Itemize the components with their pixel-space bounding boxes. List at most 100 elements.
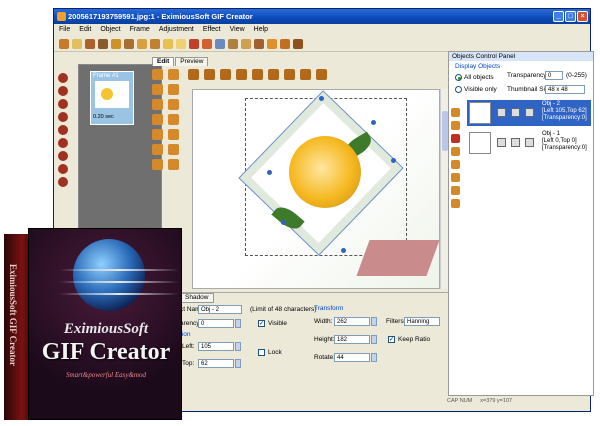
all-objects-radio[interactable] bbox=[455, 74, 462, 81]
export-icon[interactable] bbox=[451, 199, 460, 208]
menu-object[interactable]: Object bbox=[100, 24, 120, 35]
tool-icon[interactable] bbox=[58, 138, 68, 148]
pen-icon[interactable] bbox=[152, 144, 163, 155]
properties-icon[interactable] bbox=[451, 173, 460, 182]
tool-icon[interactable] bbox=[58, 99, 68, 109]
optimize-icon[interactable] bbox=[267, 38, 277, 49]
rotate-icon[interactable] bbox=[152, 84, 163, 95]
top-spinner[interactable] bbox=[235, 359, 241, 368]
top-field[interactable]: 62 bbox=[198, 359, 234, 368]
tool-icon[interactable] bbox=[58, 112, 68, 122]
visible-only-radio[interactable] bbox=[455, 86, 462, 93]
title-bar[interactable]: 2005617193759591.jpg:1 - EximiousSoft GI… bbox=[54, 9, 590, 24]
filters-select[interactable]: Hanning bbox=[404, 317, 440, 326]
hand-icon[interactable] bbox=[168, 159, 179, 170]
rotate-field[interactable]: 44 bbox=[334, 353, 370, 362]
order-icon[interactable] bbox=[236, 69, 247, 80]
visibility-icon[interactable] bbox=[497, 108, 506, 117]
align-icon[interactable] bbox=[220, 69, 231, 80]
maximize-button[interactable]: □ bbox=[565, 11, 576, 22]
duplicate-icon[interactable] bbox=[451, 147, 460, 156]
bucket-icon[interactable] bbox=[168, 144, 179, 155]
crop-icon[interactable] bbox=[168, 84, 179, 95]
width-spinner[interactable] bbox=[371, 317, 377, 326]
menu-view[interactable]: View bbox=[230, 24, 245, 35]
zoom-in-icon[interactable] bbox=[241, 38, 251, 49]
cut-icon[interactable] bbox=[124, 38, 134, 49]
lock-icon[interactable] bbox=[511, 108, 520, 117]
resize-handle[interactable] bbox=[281, 220, 286, 225]
resize-handle[interactable] bbox=[371, 120, 376, 125]
object-item-2[interactable]: Obj - 2 [Left 105,Top 62] [Transparency:… bbox=[467, 100, 591, 126]
image-icon[interactable] bbox=[152, 99, 163, 110]
vertical-scrollbar[interactable] bbox=[440, 89, 448, 289]
left-spinner[interactable] bbox=[235, 342, 241, 351]
tool-icon[interactable] bbox=[58, 177, 68, 187]
tool-icon[interactable] bbox=[58, 151, 68, 161]
merge-icon[interactable] bbox=[451, 160, 460, 169]
frame-delay[interactable]: 0.20 sec bbox=[93, 114, 114, 120]
line-icon[interactable] bbox=[168, 114, 179, 125]
align-icon[interactable] bbox=[188, 69, 199, 80]
delete-object-icon[interactable] bbox=[451, 134, 460, 143]
name-field[interactable]: Obj - 2 bbox=[198, 305, 242, 314]
undo-icon[interactable] bbox=[163, 38, 173, 49]
width-field[interactable]: 262 bbox=[334, 317, 370, 326]
shape-icon[interactable] bbox=[152, 114, 163, 125]
thumb-size-select[interactable]: 48 x 48 bbox=[545, 85, 585, 94]
tool-icon[interactable] bbox=[58, 164, 68, 174]
object-up-icon[interactable] bbox=[451, 108, 460, 117]
panel-transparency-field[interactable]: 0 bbox=[545, 71, 563, 80]
group-icon[interactable] bbox=[252, 69, 263, 80]
visible-checkbox[interactable]: ✓ bbox=[258, 320, 265, 327]
tab-preview[interactable]: Preview bbox=[175, 57, 209, 66]
open-icon[interactable] bbox=[72, 38, 82, 49]
paint-icon[interactable] bbox=[300, 69, 311, 80]
brush-icon[interactable] bbox=[152, 129, 163, 140]
zoom-icon[interactable] bbox=[152, 159, 163, 170]
import-icon[interactable] bbox=[451, 186, 460, 195]
print-icon[interactable] bbox=[111, 38, 121, 49]
resize-handle[interactable] bbox=[341, 248, 346, 253]
lock-icon[interactable] bbox=[511, 138, 520, 147]
redo-icon[interactable] bbox=[176, 38, 186, 49]
save-as-icon[interactable] bbox=[98, 38, 108, 49]
wizard-icon[interactable] bbox=[280, 38, 290, 49]
link-icon[interactable] bbox=[525, 138, 534, 147]
text-icon[interactable] bbox=[168, 99, 179, 110]
eraser-icon[interactable] bbox=[168, 129, 179, 140]
height-field[interactable]: 182 bbox=[334, 335, 370, 344]
menu-adjustment[interactable]: Adjustment bbox=[159, 24, 194, 35]
pointer-icon[interactable] bbox=[152, 69, 163, 80]
resize-handle[interactable] bbox=[319, 96, 324, 101]
fill-icon[interactable] bbox=[316, 69, 327, 80]
transparency-spinner[interactable] bbox=[235, 319, 241, 328]
keep-ratio-checkbox[interactable]: ✓ bbox=[388, 336, 395, 343]
transform-icon[interactable] bbox=[168, 69, 179, 80]
lock-checkbox[interactable] bbox=[258, 349, 265, 356]
transparency-field[interactable]: 0 bbox=[198, 319, 234, 328]
settings-icon[interactable] bbox=[293, 38, 303, 49]
menu-file[interactable]: File bbox=[59, 24, 70, 35]
resize-handle[interactable] bbox=[391, 158, 396, 163]
rotate-spinner[interactable] bbox=[371, 353, 377, 362]
menu-help[interactable]: Help bbox=[254, 24, 268, 35]
save-icon[interactable] bbox=[85, 38, 95, 49]
paste-icon[interactable] bbox=[150, 38, 160, 49]
new-icon[interactable] bbox=[59, 38, 69, 49]
left-field[interactable]: 105 bbox=[198, 342, 234, 351]
menu-edit[interactable]: Edit bbox=[79, 24, 91, 35]
tool-icon[interactable] bbox=[58, 125, 68, 135]
resize-handle[interactable] bbox=[267, 170, 272, 175]
effect-icon[interactable] bbox=[284, 69, 295, 80]
add-frame-icon[interactable] bbox=[189, 38, 199, 49]
object-item-1[interactable]: Obj - 1 [Left 0,Top 0] [Transparency:0] bbox=[467, 130, 591, 156]
tab-edit[interactable]: Edit bbox=[152, 57, 175, 66]
close-button[interactable]: × bbox=[577, 11, 588, 22]
menu-effect[interactable]: Effect bbox=[203, 24, 221, 35]
flip-icon[interactable] bbox=[268, 69, 279, 80]
play-icon[interactable] bbox=[215, 38, 225, 49]
tool-icon[interactable] bbox=[58, 86, 68, 96]
tool-icon[interactable] bbox=[58, 73, 68, 83]
menu-frame[interactable]: Frame bbox=[130, 24, 150, 35]
